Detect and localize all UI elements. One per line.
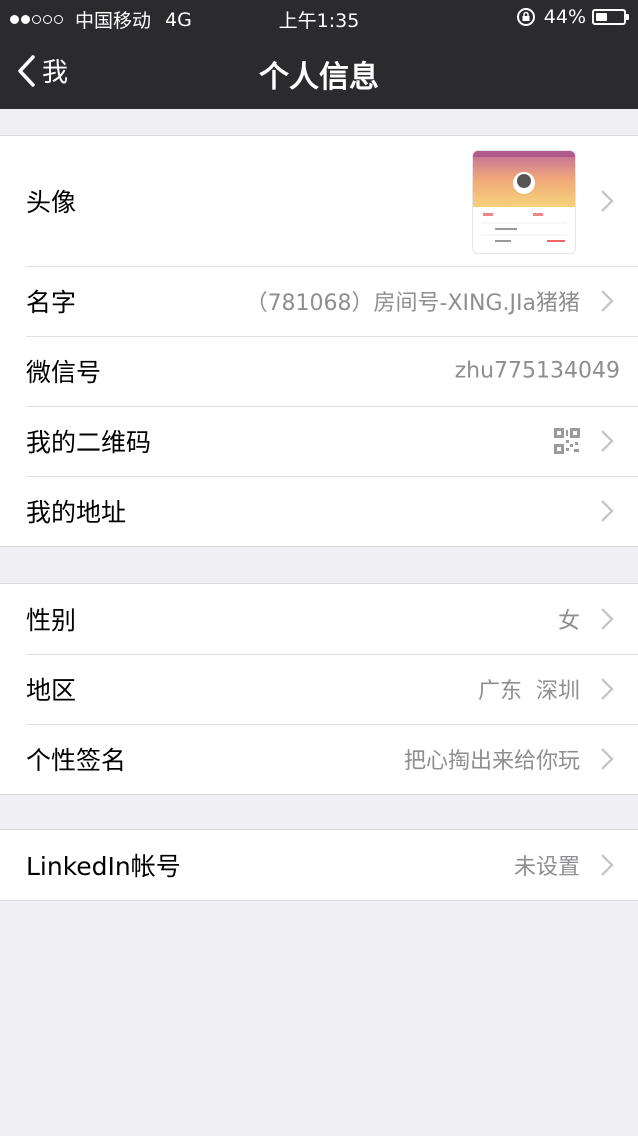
wechat-id-value: zhu775134049 bbox=[454, 358, 620, 384]
qr-code-label: 我的二维码 bbox=[26, 428, 152, 457]
linkedin-label: LinkedIn帐号 bbox=[26, 852, 181, 881]
chevron-right-icon bbox=[601, 290, 614, 312]
row-linkedin[interactable]: LinkedIn帐号 未设置 bbox=[0, 830, 638, 900]
row-qr-code[interactable]: 我的二维码 bbox=[0, 406, 638, 476]
rotation-lock-icon bbox=[516, 8, 535, 26]
row-name[interactable]: 名字 （781068）房间号-XING.JIa猪猪 bbox=[0, 266, 638, 336]
nav-bar: 我 个人信息 bbox=[0, 36, 638, 109]
row-region[interactable]: 地区 广东 深圳 bbox=[0, 654, 638, 724]
avatar-image bbox=[473, 151, 575, 253]
top-bar: 中国移动 4G 上午1:35 44% 我 个人信息 bbox=[0, 0, 638, 109]
row-address[interactable]: 我的地址 bbox=[0, 476, 638, 546]
qr-code-icon bbox=[554, 428, 580, 454]
linkedin-value: 未设置 bbox=[513, 855, 580, 880]
wechat-id-label: 微信号 bbox=[26, 358, 102, 387]
chevron-right-icon bbox=[601, 500, 614, 522]
region-value: 广东 深圳 bbox=[478, 679, 580, 704]
name-value: （781068）房间号-XING.JIa猪猪 bbox=[245, 291, 580, 316]
row-wechat-id: 微信号 zhu775134049 bbox=[0, 336, 638, 406]
profile-group: 头像 名字 （781068）房间号-XING.JIa猪猪 微信号 zhu7751… bbox=[0, 135, 638, 547]
row-avatar[interactable]: 头像 bbox=[0, 136, 638, 266]
details-group: 性别 女 地区 广东 深圳 个性签名 把心掏出来给你玩 bbox=[0, 583, 638, 795]
region-label: 地区 bbox=[26, 676, 77, 705]
chevron-right-icon bbox=[601, 190, 614, 212]
row-signature[interactable]: 个性签名 把心掏出来给你玩 bbox=[0, 724, 638, 794]
avatar-label: 头像 bbox=[26, 188, 77, 217]
battery-percent: 44% bbox=[543, 6, 586, 28]
chevron-right-icon bbox=[601, 854, 614, 876]
gender-label: 性别 bbox=[26, 606, 77, 635]
address-label: 我的地址 bbox=[26, 498, 127, 527]
row-gender[interactable]: 性别 女 bbox=[0, 584, 638, 654]
status-bar: 中国移动 4G 上午1:35 44% bbox=[0, 0, 638, 36]
avatar[interactable] bbox=[472, 150, 576, 254]
page-title: 个人信息 bbox=[259, 60, 379, 95]
name-label: 名字 bbox=[26, 288, 77, 317]
signature-label: 个性签名 bbox=[26, 746, 127, 775]
signature-value: 把心掏出来给你玩 bbox=[403, 749, 580, 774]
chevron-right-icon bbox=[601, 748, 614, 770]
chevron-right-icon bbox=[601, 430, 614, 452]
chevron-right-icon bbox=[601, 608, 614, 630]
linkedin-group: LinkedIn帐号 未设置 bbox=[0, 829, 638, 901]
battery-icon bbox=[592, 9, 629, 25]
gender-value: 女 bbox=[557, 609, 580, 634]
chevron-right-icon bbox=[601, 678, 614, 700]
